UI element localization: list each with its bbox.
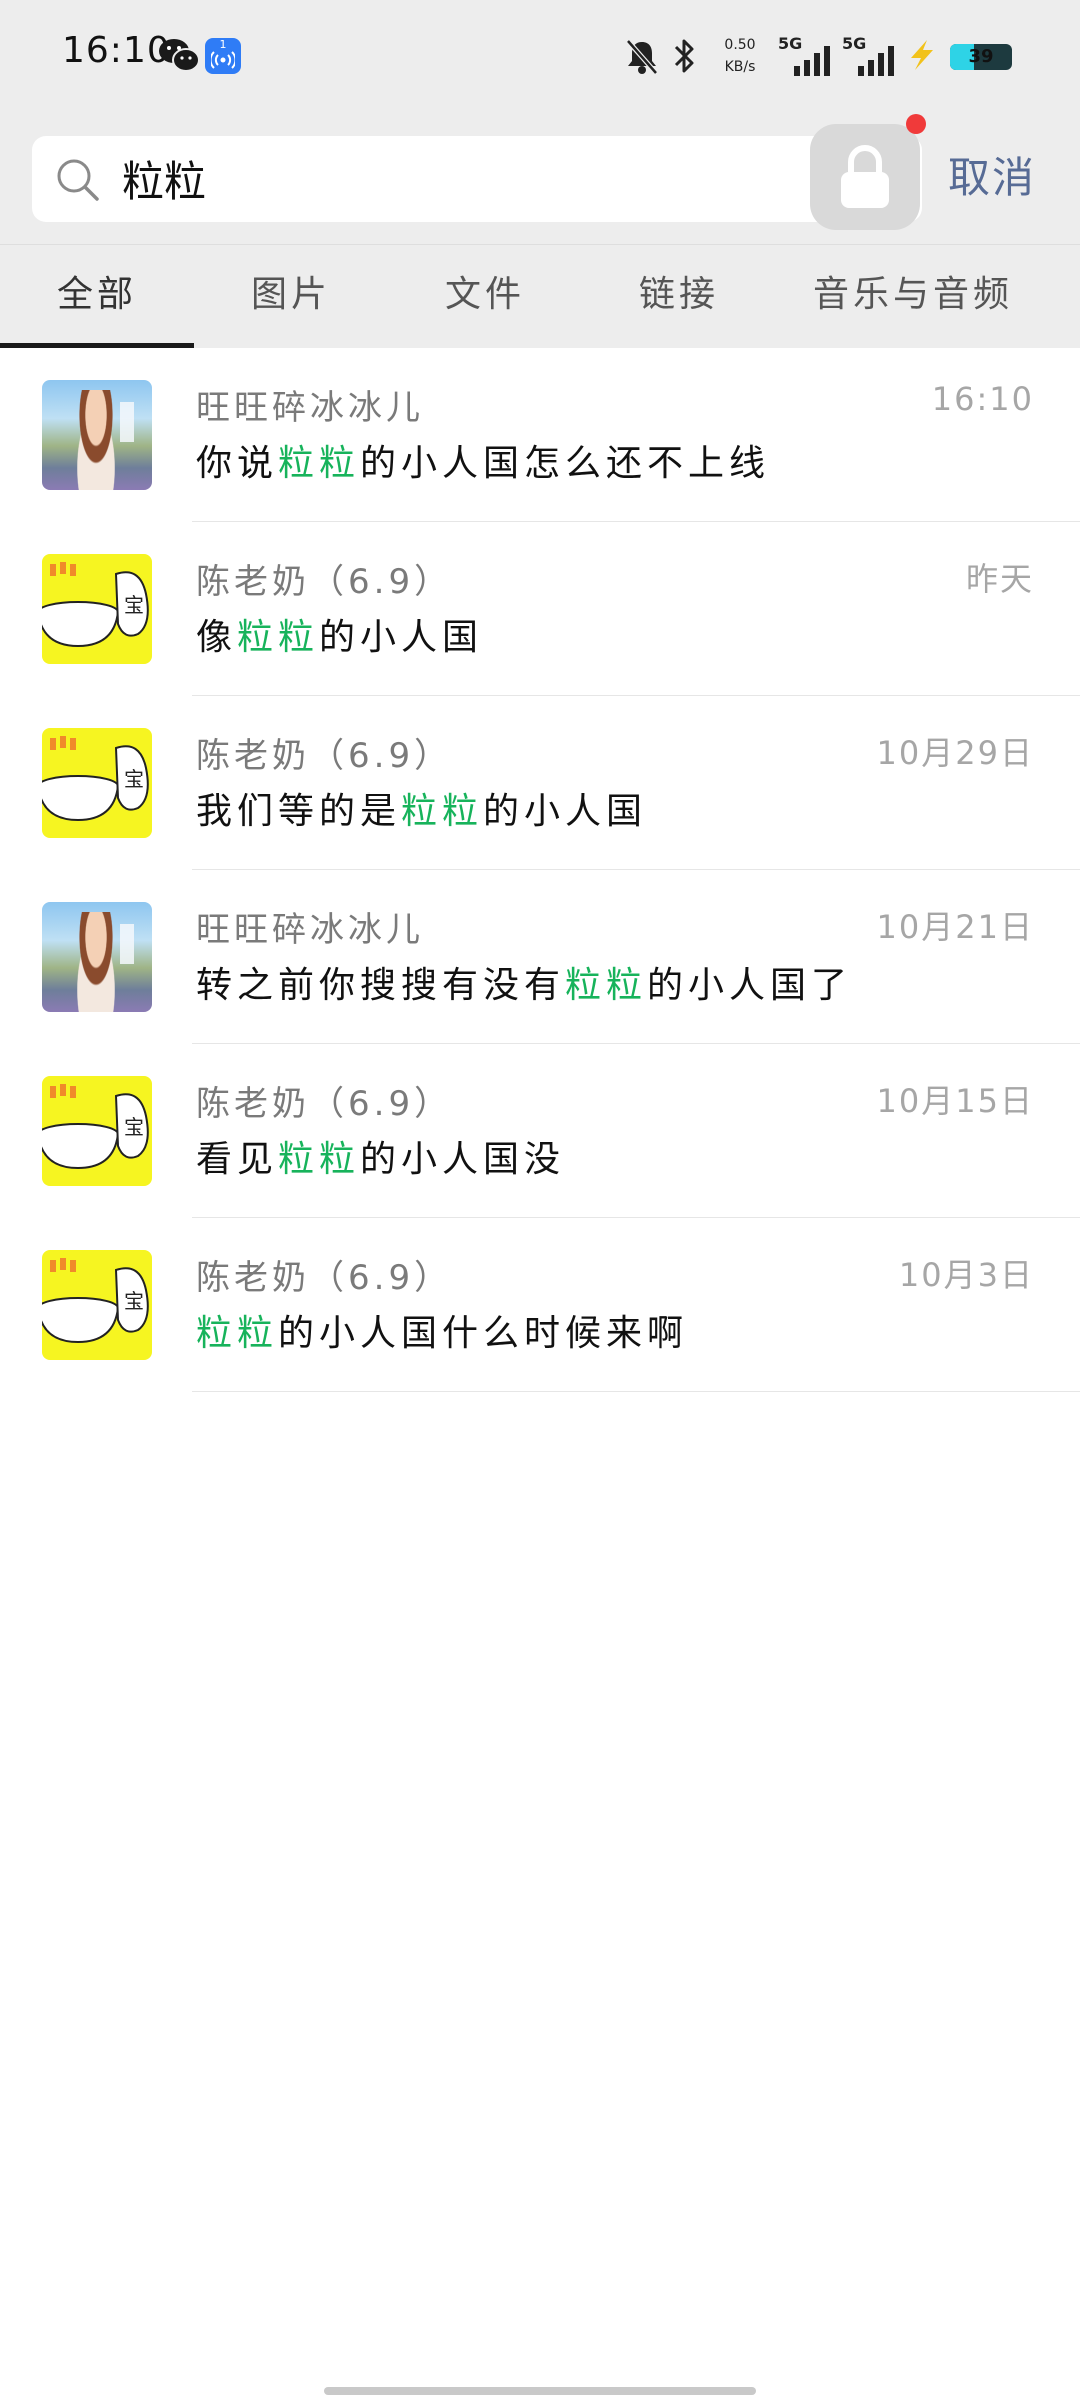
mute-bell-icon bbox=[626, 39, 658, 75]
keyword-highlight: 粒粒 bbox=[237, 617, 320, 658]
svg-text:宝: 宝 bbox=[124, 593, 144, 617]
tab-music-audio[interactable]: 音乐与音频 bbox=[776, 245, 1050, 349]
cartoon-avatar-icon: 宝 bbox=[42, 1084, 149, 1170]
result-item[interactable]: 旺旺碎冰冰儿 10月21日 转之前你搜搜有没有粒粒的小人国了 bbox=[0, 870, 1080, 1044]
keyword-highlight: 粒粒 bbox=[278, 1139, 361, 1180]
cartoon-avatar-icon: 宝 bbox=[42, 1258, 149, 1344]
hotspot-icon: 1 bbox=[205, 38, 241, 74]
keyword-highlight: 粒粒 bbox=[196, 1313, 279, 1354]
network-speed-value: 0.50 bbox=[724, 37, 756, 53]
svg-text:宝: 宝 bbox=[124, 1115, 144, 1139]
network-speed: 0.50 KB/s bbox=[715, 34, 765, 78]
svg-text:宝: 宝 bbox=[124, 1289, 144, 1313]
bluetooth-icon bbox=[674, 39, 694, 73]
result-sender: 陈老奶（6.9） bbox=[196, 1084, 453, 1124]
result-item[interactable]: 宝 陈老奶（6.9） 10月15日 看见粒粒的小人国没 bbox=[0, 1044, 1080, 1218]
result-sender: 陈老奶（6.9） bbox=[196, 562, 453, 602]
result-message: 粒粒的小人国什么时候来啊 bbox=[196, 1313, 689, 1354]
result-item[interactable]: 宝 陈老奶（6.9） 昨天 像粒粒的小人国 bbox=[0, 522, 1080, 696]
lock-icon bbox=[841, 145, 889, 208]
result-sender: 旺旺碎冰冰儿 bbox=[196, 388, 424, 428]
result-sender: 陈老奶（6.9） bbox=[196, 736, 453, 776]
keyword-highlight: 粒粒 bbox=[278, 443, 361, 484]
result-message: 我们等的是粒粒的小人国 bbox=[196, 791, 648, 832]
result-list: 旺旺碎冰冰儿 16:10 你说粒粒的小人国怎么还不上线 宝 陈老奶（6.9） 昨… bbox=[0, 348, 1080, 1392]
result-item[interactable]: 旺旺碎冰冰儿 16:10 你说粒粒的小人国怎么还不上线 bbox=[0, 348, 1080, 522]
avatar: 宝 bbox=[42, 1250, 152, 1360]
avatar bbox=[42, 380, 152, 490]
notification-dot bbox=[906, 114, 926, 134]
result-item[interactable]: 宝 陈老奶（6.9） 10月3日 粒粒的小人国什么时候来啊 bbox=[0, 1218, 1080, 1392]
cartoon-avatar-icon: 宝 bbox=[42, 562, 149, 648]
result-message: 转之前你搜搜有没有粒粒的小人国了 bbox=[196, 965, 853, 1006]
search-input[interactable] bbox=[122, 146, 822, 210]
result-message: 你说粒粒的小人国怎么还不上线 bbox=[196, 443, 771, 484]
avatar: 宝 bbox=[42, 728, 152, 838]
result-date: 10月15日 bbox=[876, 1082, 1034, 1120]
search-icon bbox=[57, 159, 99, 201]
svg-text:宝: 宝 bbox=[124, 767, 144, 791]
wechat-icon bbox=[159, 39, 200, 72]
keyword-highlight: 粒粒 bbox=[565, 965, 648, 1006]
result-sender: 陈老奶（6.9） bbox=[196, 1258, 453, 1298]
search-box[interactable] bbox=[32, 136, 922, 222]
result-date: 10月3日 bbox=[898, 1256, 1034, 1294]
avatar: 宝 bbox=[42, 1076, 152, 1186]
result-date: 16:10 bbox=[931, 380, 1034, 418]
tab-images[interactable]: 图片 bbox=[194, 245, 388, 349]
filter-tabs: 全部 图片 文件 链接 音乐与音频 bbox=[0, 244, 1080, 348]
signal-bars-icon bbox=[858, 46, 894, 76]
cancel-button[interactable]: 取消 bbox=[948, 144, 1036, 205]
result-message: 看见粒粒的小人国没 bbox=[196, 1139, 566, 1180]
cartoon-avatar-icon: 宝 bbox=[42, 736, 149, 822]
result-date: 昨天 bbox=[965, 560, 1034, 598]
keyword-highlight: 粒粒 bbox=[401, 791, 484, 832]
charging-bolt-icon bbox=[911, 40, 933, 70]
signal-bars-icon bbox=[794, 46, 830, 76]
result-sender: 旺旺碎冰冰儿 bbox=[196, 910, 424, 950]
result-item[interactable]: 宝 陈老奶（6.9） 10月29日 我们等的是粒粒的小人国 bbox=[0, 696, 1080, 870]
tab-links[interactable]: 链接 bbox=[582, 245, 776, 349]
home-indicator[interactable] bbox=[324, 2387, 756, 2395]
network-speed-unit: KB/s bbox=[724, 59, 756, 75]
battery-percent: 39 bbox=[968, 46, 994, 67]
battery-icon: 39 bbox=[950, 44, 1012, 70]
avatar: 宝 bbox=[42, 554, 152, 664]
tab-files[interactable]: 文件 bbox=[388, 245, 582, 349]
result-date: 10月29日 bbox=[876, 734, 1034, 772]
result-date: 10月21日 bbox=[876, 908, 1034, 946]
floating-lock-button[interactable] bbox=[810, 124, 920, 230]
status-time: 16:10 bbox=[62, 30, 171, 71]
tab-all[interactable]: 全部 bbox=[0, 245, 194, 349]
status-bar: 16:10 1 0.50 KB/s 5G 5G 39 bbox=[0, 0, 1080, 110]
divider bbox=[192, 1391, 1080, 1392]
result-message: 像粒粒的小人国 bbox=[196, 617, 484, 658]
avatar bbox=[42, 902, 152, 1012]
